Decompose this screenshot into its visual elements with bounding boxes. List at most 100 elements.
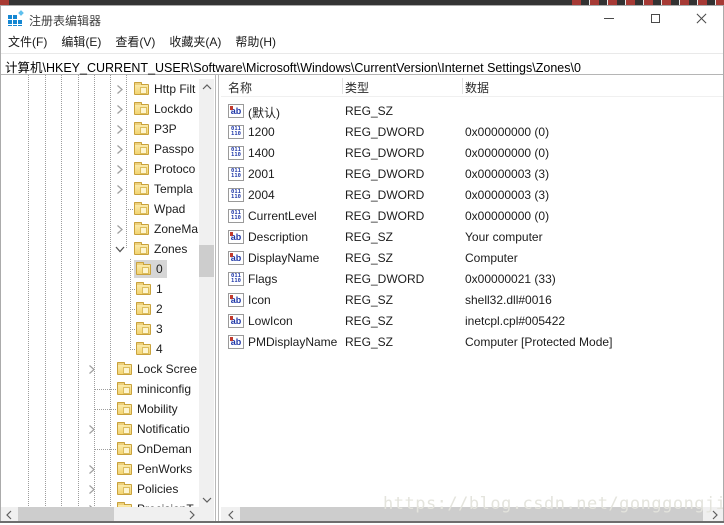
tree-item-label: Templa	[154, 182, 193, 196]
tree-item-wpad[interactable]: Wpad	[0, 199, 214, 219]
scroll-left-button[interactable]	[1, 507, 16, 521]
registry-value-row[interactable]: 011110 1200 REG_DWORD 0x00000000 (0)	[221, 122, 723, 143]
folder-icon	[134, 244, 149, 255]
tree-item-zones[interactable]: Zones	[0, 239, 214, 259]
registry-value-row[interactable]: ab PMDisplayName REG_SZ Computer [Protec…	[221, 332, 723, 353]
tree-item-templa[interactable]: Templa	[0, 179, 214, 199]
expand-chevron-icon[interactable]	[116, 164, 126, 174]
maximize-button[interactable]	[632, 5, 678, 32]
tree-node[interactable]: 2	[134, 300, 167, 318]
tree-node[interactable]: ZoneMa	[132, 220, 202, 238]
tree-node[interactable]: 1	[134, 280, 167, 298]
tree-node[interactable]: Policies	[115, 480, 182, 498]
tree-item-penworks[interactable]: PenWorks	[0, 459, 214, 479]
tree-node[interactable]: Http Filt	[132, 80, 199, 98]
column-header-type[interactable]: 类型	[345, 79, 369, 96]
expand-chevron-icon[interactable]	[116, 184, 126, 194]
tree-item-label: Policies	[137, 482, 178, 496]
expand-chevron-icon[interactable]	[116, 224, 126, 234]
tree-node[interactable]: 4	[134, 340, 167, 358]
tree-item-policies[interactable]: Policies	[0, 479, 214, 499]
registry-value-row[interactable]: 011110 2004 REG_DWORD 0x00000003 (3)	[221, 185, 723, 206]
expand-chevron-icon[interactable]	[116, 144, 126, 154]
tree-item-ondeman[interactable]: OnDeman	[0, 439, 214, 459]
value-data: 0x00000003 (3)	[465, 167, 549, 181]
tree-item-zonema[interactable]: ZoneMa	[0, 219, 214, 239]
tree-item-1[interactable]: 1	[0, 279, 214, 299]
expand-chevron-icon[interactable]	[116, 104, 126, 114]
minimize-button[interactable]	[586, 5, 632, 32]
menu-item-favorites[interactable]: 收藏夹(A)	[169, 32, 221, 52]
registry-value-row[interactable]: 011110 1400 REG_DWORD 0x00000000 (0)	[221, 143, 723, 164]
registry-value-row[interactable]: 011110 CurrentLevel REG_DWORD 0x00000000…	[221, 206, 723, 227]
address-bar[interactable]: 计算机\HKEY_CURRENT_USER\Software\Microsoft…	[0, 53, 724, 75]
tree-node[interactable]: PenWorks	[115, 460, 196, 478]
column-separator[interactable]	[342, 78, 343, 94]
menu-item-file[interactable]: 文件(F)	[8, 32, 47, 52]
tree-node[interactable]: 0	[134, 260, 167, 278]
registry-value-row[interactable]: 011110 2001 REG_DWORD 0x00000003 (3)	[221, 164, 723, 185]
tree-vertical-scrollbar[interactable]	[199, 79, 214, 507]
tree-node[interactable]: Templa	[132, 180, 197, 198]
tree-horizontal-scrollbar[interactable]	[1, 507, 199, 521]
tree-item-mobility[interactable]: Mobility	[0, 399, 214, 419]
column-header-data[interactable]: 数据	[465, 79, 489, 96]
tree-item-label: Lockdo	[154, 102, 193, 116]
tree-item-miniconfig[interactable]: miniconfig	[0, 379, 214, 399]
scrollbar-thumb[interactable]	[199, 245, 214, 277]
expand-chevron-icon[interactable]	[88, 464, 98, 474]
tree-node[interactable]: OnDeman	[115, 440, 196, 458]
title-bar[interactable]: 注册表编辑器	[0, 5, 724, 32]
tree-item-label: Notificatio	[137, 422, 190, 436]
tree-node[interactable]: Protoco	[132, 160, 199, 178]
tree-item-3[interactable]: 3	[0, 319, 214, 339]
expand-chevron-icon[interactable]	[116, 124, 126, 134]
expand-chevron-icon[interactable]	[116, 244, 126, 254]
menu-item-view[interactable]: 查看(V)	[115, 32, 155, 52]
tree-item-2[interactable]: 2	[0, 299, 214, 319]
scroll-right-button[interactable]	[184, 507, 199, 521]
tree-item-http-filt[interactable]: Http Filt	[0, 79, 214, 99]
tree-item-0[interactable]: 0	[0, 259, 214, 279]
tree-node[interactable]: 3	[134, 320, 167, 338]
scroll-down-button[interactable]	[199, 492, 214, 507]
value-data: 0x00000003 (3)	[465, 188, 549, 202]
tree-node[interactable]: Wpad	[132, 200, 189, 218]
registry-value-row[interactable]: ab (默认) REG_SZ	[221, 101, 723, 122]
tree-item-lockdo[interactable]: Lockdo	[0, 99, 214, 119]
tree-item-passpo[interactable]: Passpo	[0, 139, 214, 159]
column-header-name[interactable]: 名称	[228, 79, 252, 96]
menu-item-edit[interactable]: 编辑(E)	[61, 32, 101, 52]
dword-value-icon: 011110	[228, 146, 244, 160]
registry-value-row[interactable]: 011110 Flags REG_DWORD 0x00000021 (33)	[221, 269, 723, 290]
tree-item-p3p[interactable]: P3P	[0, 119, 214, 139]
tree-item-4[interactable]: 4	[0, 339, 214, 359]
splitter-line	[218, 75, 219, 521]
registry-value-row[interactable]: ab LowIcon REG_SZ inetcpl.cpl#005422	[221, 311, 723, 332]
tree-node[interactable]: Mobility	[115, 400, 182, 418]
scrollbar-thumb[interactable]	[18, 507, 114, 521]
expand-chevron-icon[interactable]	[88, 484, 98, 494]
scroll-left-button[interactable]	[223, 507, 238, 521]
registry-value-row[interactable]: ab Icon REG_SZ shell32.dll#0016	[221, 290, 723, 311]
menu-item-help[interactable]: 帮助(H)	[235, 32, 276, 52]
expand-chevron-icon[interactable]	[88, 424, 98, 434]
scroll-up-button[interactable]	[199, 79, 214, 94]
tree-node[interactable]: Lock Scree	[115, 360, 201, 378]
tree-node[interactable]: P3P	[132, 120, 181, 138]
tree-node[interactable]: miniconfig	[115, 380, 195, 398]
tree-item-lock-scree[interactable]: Lock Scree	[0, 359, 214, 379]
tree-node[interactable]: Notificatio	[115, 420, 194, 438]
expand-chevron-icon[interactable]	[116, 84, 126, 94]
tree-node[interactable]: Passpo	[132, 140, 198, 158]
registry-value-row[interactable]: ab DisplayName REG_SZ Computer	[221, 248, 723, 269]
tree-item-notificatio[interactable]: Notificatio	[0, 419, 214, 439]
registry-value-row[interactable]: ab Description REG_SZ Your computer	[221, 227, 723, 248]
close-button[interactable]	[678, 5, 724, 32]
column-separator[interactable]	[462, 78, 463, 94]
tree-node[interactable]: Zones	[132, 240, 191, 258]
tree-item-protoco[interactable]: Protoco	[0, 159, 214, 179]
tree-node[interactable]: Lockdo	[132, 100, 197, 118]
expand-chevron-icon[interactable]	[88, 364, 98, 374]
dword-value-icon: 011110	[228, 272, 244, 286]
